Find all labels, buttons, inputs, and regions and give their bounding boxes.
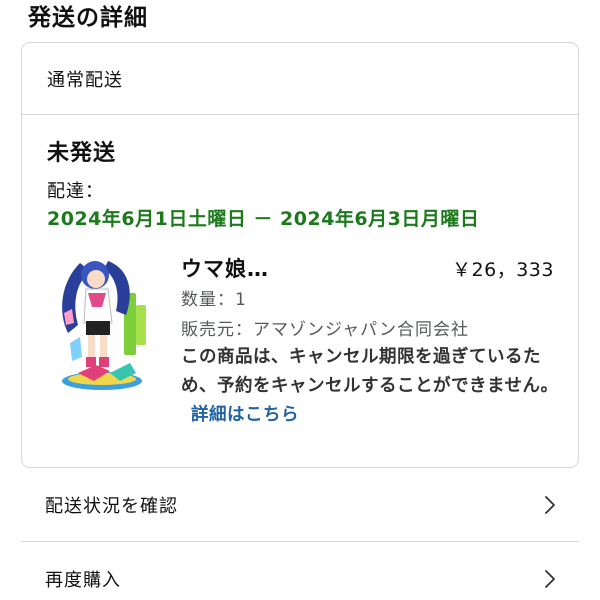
chevron-right-icon: [545, 495, 555, 514]
product-quantity: 数量：1: [181, 290, 247, 310]
delivery-date-range: 2024年6月1日土曜日 － 2024年6月3日月曜日: [47, 208, 480, 230]
product-image[interactable]: [50, 253, 160, 393]
delivery-label: 配達：: [47, 181, 104, 202]
product-seller: 販売元：アマゾンジャパン合同会社: [181, 320, 469, 340]
product-price: ￥26，333: [452, 259, 554, 281]
details-link[interactable]: 詳細はこちら: [191, 405, 299, 425]
chevron-right-icon: [545, 570, 555, 588]
cancellation-notice: この商品は、キャンセル期限を過ぎているため、予約をキャンセルすることができません…: [181, 343, 561, 430]
figure-illustration: [62, 261, 146, 390]
shipment-status: 未発送: [47, 141, 117, 166]
shipping-method: 通常配送: [22, 43, 578, 115]
cancellation-notice-text: この商品は、キャンセル期限を過ぎているため、予約をキャンセルすることができません…: [181, 347, 559, 396]
buy-again-label: 再度購入: [45, 570, 121, 591]
buy-again-row[interactable]: 再度購入: [21, 542, 579, 600]
shipment-card: 通常配送 未発送 配達： 2024年6月1日土曜日 － 2024年6月3日月曜日: [21, 42, 579, 468]
track-shipment-label: 配送状況を確認: [45, 495, 178, 517]
section-title: 発送の詳細: [28, 5, 148, 31]
track-shipment-row[interactable]: 配送状況を確認: [21, 468, 579, 542]
order-shipment-page: 発送の詳細 通常配送 未発送 配達： 2024年6月1日土曜日 － 2024年6…: [0, 0, 600, 600]
product-title[interactable]: ウマ娘…: [181, 253, 269, 283]
